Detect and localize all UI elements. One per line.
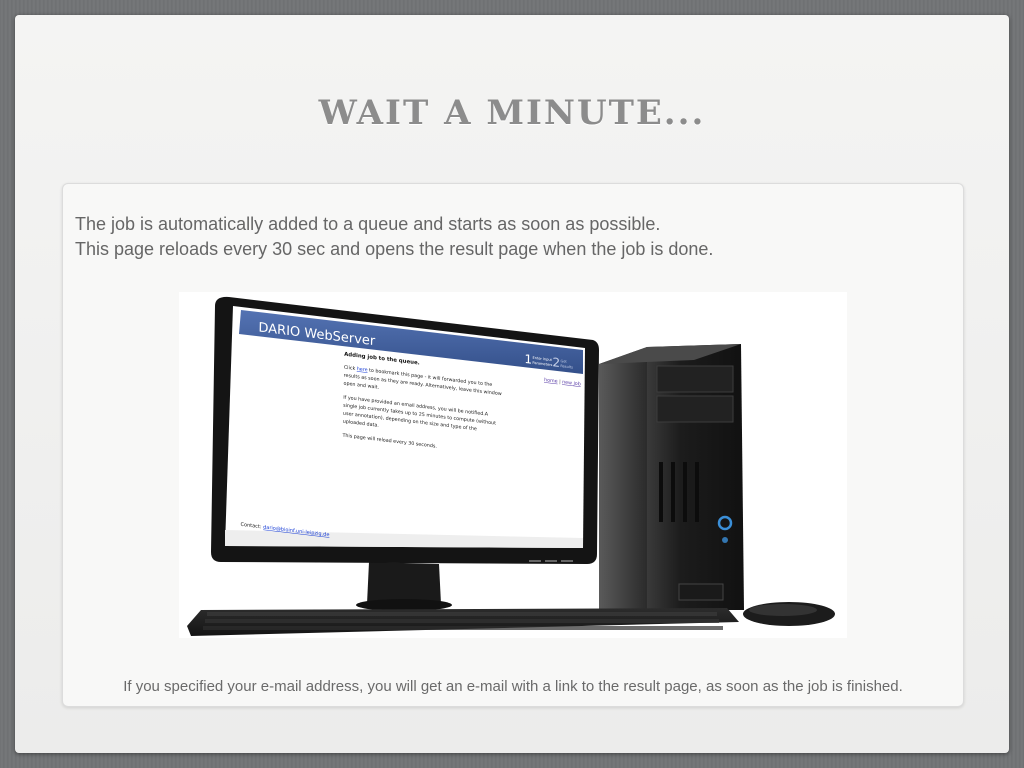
intro-line-1: The job is automatically added to a queu… (75, 214, 661, 234)
slide: WAIT A MINUTE... The job is automaticall… (15, 15, 1009, 753)
step-2-label-a: Get (560, 359, 567, 364)
nav-separator: | (559, 379, 561, 385)
monitor-stand (356, 562, 452, 611)
intro-text: The job is automatically added to a queu… (75, 212, 713, 262)
content-box: The job is automatically added to a queu… (62, 183, 964, 707)
email-notice: If you specified your e-mail address, yo… (123, 678, 903, 695)
tower-case (599, 344, 744, 610)
computer-svg: DARIO WebServer 1 Enter input Parameters… (187, 296, 835, 636)
slide-title: WAIT A MINUTE... (318, 93, 706, 133)
step-1-number: 1 (524, 352, 532, 367)
mouse (743, 602, 835, 626)
step-2-number: 2 (552, 355, 560, 370)
monitor (211, 296, 599, 564)
intro-line-2: This page reloads every 30 sec and opens… (75, 239, 714, 259)
keyboard (187, 608, 739, 636)
desktop-computer-illustration: DARIO WebServer 1 Enter input Parameters… (179, 292, 847, 638)
bookmark-here-link[interactable]: here (357, 366, 368, 373)
